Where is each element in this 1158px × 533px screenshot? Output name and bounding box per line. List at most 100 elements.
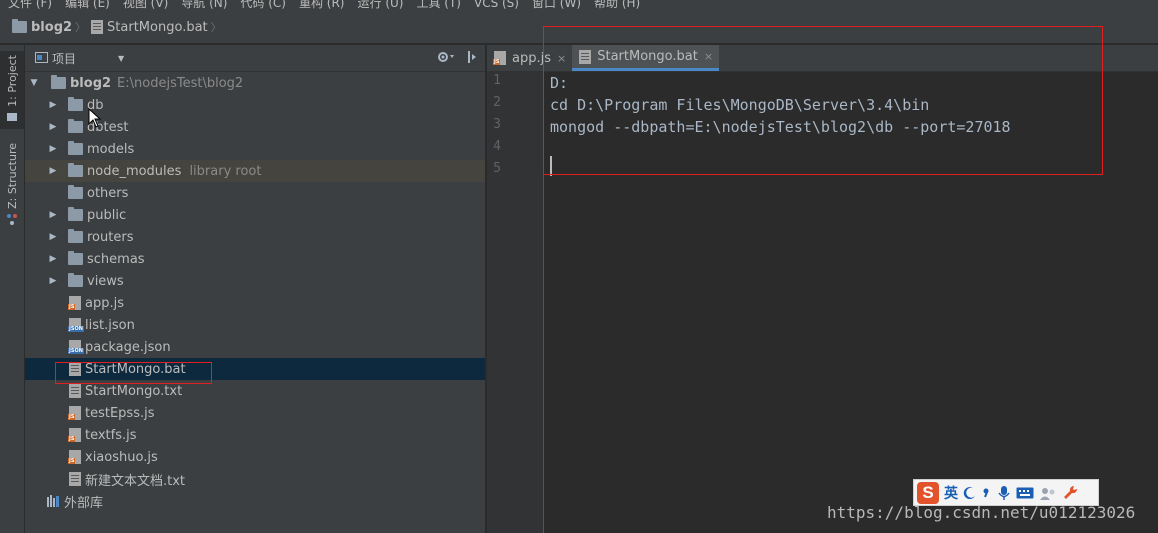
tab-label: app.js — [512, 50, 551, 66]
menu-tools[interactable]: 工具 (T) — [416, 0, 461, 10]
menu-code[interactable]: 代码 (C) — [240, 0, 286, 10]
file-icon — [69, 362, 81, 376]
collapse-arrow-icon[interactable]: ▶ — [48, 166, 58, 176]
tab-app-js[interactable]: JS app.js × — [487, 45, 572, 71]
tree-file-startmongo-bat[interactable]: StartMongo.bat — [25, 358, 485, 380]
tree-folder-views[interactable]: ▶ views — [25, 270, 485, 292]
code-line: D: — [550, 74, 569, 92]
menu-edit[interactable]: 编辑 (E) — [65, 0, 110, 10]
tree-root-path: E:\nodejsTest\blog2 — [117, 75, 244, 91]
tree-file-textfs-js[interactable]: JS textfs.js — [25, 424, 485, 446]
js-file-icon: JS — [68, 406, 81, 420]
project-panel-header: 项目 ▼ — [25, 45, 485, 72]
menu-bar: 文件 (F) 编辑 (E) 视图 (V) 导航 (N) 代码 (C) 重构 (R… — [0, 0, 1158, 11]
code-line: mongod --dbpath=E:\nodejsTest\blog2\db -… — [550, 118, 1011, 136]
file-icon — [579, 49, 592, 64]
js-file-icon: JS — [68, 450, 81, 464]
menu-run[interactable]: 运行 (U) — [358, 0, 404, 10]
editor-area: JS app.js × StartMongo.bat × 1 2 3 4 5 D… — [487, 45, 1158, 533]
file-icon — [91, 20, 104, 34]
tree-file-label: list.json — [85, 317, 135, 333]
breadcrumb-project-label: blog2 — [31, 19, 73, 35]
tree-folder-others[interactable]: ▶ others — [25, 182, 485, 204]
project-tool-tab-label: 1: Project — [5, 55, 19, 107]
tree-file-label: textfs.js — [85, 427, 137, 443]
menu-navigate[interactable]: 导航 (N) — [181, 0, 227, 10]
tree-root[interactable]: ▼ blog2 E:\nodejsTest\blog2 — [25, 72, 485, 94]
tree-folder-label: views — [87, 273, 124, 289]
folder-icon — [12, 19, 27, 33]
collapse-arrow-icon[interactable]: ▶ — [48, 232, 58, 242]
tree-folder-label: node_modules — [87, 163, 182, 179]
tree-file-label: testEpss.js — [85, 405, 155, 421]
text-caret — [550, 156, 552, 176]
structure-tool-tab[interactable]: Z: Structure — [0, 141, 24, 225]
menu-help[interactable]: 帮助 (H) — [594, 0, 640, 10]
project-panel-title[interactable]: 项目 — [52, 50, 76, 67]
close-icon[interactable]: × — [704, 50, 713, 63]
expand-arrow-icon[interactable]: ▼ — [29, 78, 39, 88]
gear-icon[interactable] — [437, 51, 455, 63]
sogou-logo-icon[interactable]: S — [917, 481, 939, 504]
tree-external-libraries[interactable]: 外部库 — [25, 490, 485, 512]
tree-folder-label: others — [87, 185, 129, 201]
line-number: 2 — [493, 95, 501, 110]
line-number: 4 — [493, 139, 501, 154]
tree-folder-node-modules[interactable]: ▶ node_modules library root — [25, 160, 485, 182]
tree-folder-models[interactable]: ▶ models — [25, 138, 485, 160]
line-number-gutter: 1 2 3 4 5 — [487, 72, 544, 533]
watermark-text: https://blog.csdn.net/u012123026 — [827, 503, 1136, 522]
menu-refactor[interactable]: 重构 (R) — [299, 0, 345, 10]
folder-icon — [68, 185, 83, 199]
breadcrumb-file[interactable]: StartMongo.bat — [91, 20, 208, 35]
tree-file-startmongo-txt[interactable]: StartMongo.txt — [25, 380, 485, 402]
collapse-arrow-icon[interactable]: ▶ — [48, 122, 58, 132]
tree-folder-public[interactable]: ▶ public — [25, 204, 485, 226]
collapse-arrow-icon[interactable]: ▶ — [48, 210, 58, 220]
project-icon — [7, 112, 17, 121]
menu-window[interactable]: 窗口 (W) — [532, 0, 581, 10]
collapse-arrow-icon[interactable]: ▶ — [48, 144, 58, 154]
collapse-arrow-icon[interactable]: ▶ — [48, 254, 58, 264]
breadcrumb-project[interactable]: blog2 — [12, 19, 73, 35]
menu-view[interactable]: 视图 (V) — [123, 0, 168, 10]
breadcrumb: blog2 〉 StartMongo.bat 〉 — [0, 11, 1158, 44]
keyboard-icon[interactable] — [1016, 487, 1034, 499]
tree-folder-label: models — [87, 141, 135, 157]
folder-icon — [68, 97, 83, 111]
collapse-arrow-icon[interactable]: ▶ — [48, 276, 58, 286]
close-icon[interactable]: × — [557, 52, 566, 65]
tree-file-app-js[interactable]: JS app.js — [25, 292, 485, 314]
menu-vcs[interactable]: VCS (S) — [474, 0, 519, 10]
pin-icon[interactable] — [467, 51, 477, 63]
empty-arrow: ▶ — [48, 188, 58, 198]
tree-folder-schemas[interactable]: ▶ schemas — [25, 248, 485, 270]
project-tool-tab[interactable]: 1: Project — [0, 51, 24, 129]
collapse-arrow-icon[interactable]: ▶ — [48, 100, 58, 110]
user-icon[interactable] — [1039, 486, 1057, 500]
microphone-icon[interactable] — [997, 485, 1011, 501]
menu-file[interactable]: 文件 (F) — [8, 0, 52, 10]
tree-file-new-text-doc[interactable]: 新建文本文档.txt — [25, 468, 485, 490]
tree-file-package-json[interactable]: JSON package.json — [25, 336, 485, 358]
folder-icon — [51, 75, 66, 89]
library-root-hint: library root — [189, 163, 262, 179]
chevron-down-icon[interactable]: ▼ — [118, 54, 124, 63]
tree-folder-routers[interactable]: ▶ routers — [25, 226, 485, 248]
file-icon — [69, 384, 81, 398]
ime-toolbar: S 英 — [913, 479, 1099, 506]
tree-file-list-json[interactable]: JSON list.json — [25, 314, 485, 336]
tree-file-xiaoshuo-js[interactable]: JS xiaoshuo.js — [25, 446, 485, 468]
tree-file-testepss-js[interactable]: JS testEpss.js — [25, 402, 485, 424]
folder-icon — [68, 207, 83, 221]
library-icon — [47, 495, 59, 507]
folder-icon — [68, 141, 83, 155]
ime-language[interactable]: 英 — [944, 483, 958, 503]
tree-file-label: package.json — [85, 339, 171, 355]
structure-tool-tab-label: Z: Structure — [5, 143, 19, 209]
folder-icon — [68, 229, 83, 243]
moon-icon[interactable] — [963, 486, 977, 500]
tab-startmongo-bat[interactable]: StartMongo.bat × — [572, 45, 720, 71]
punctuation-icon[interactable] — [982, 486, 992, 500]
wrench-icon[interactable] — [1062, 485, 1078, 501]
